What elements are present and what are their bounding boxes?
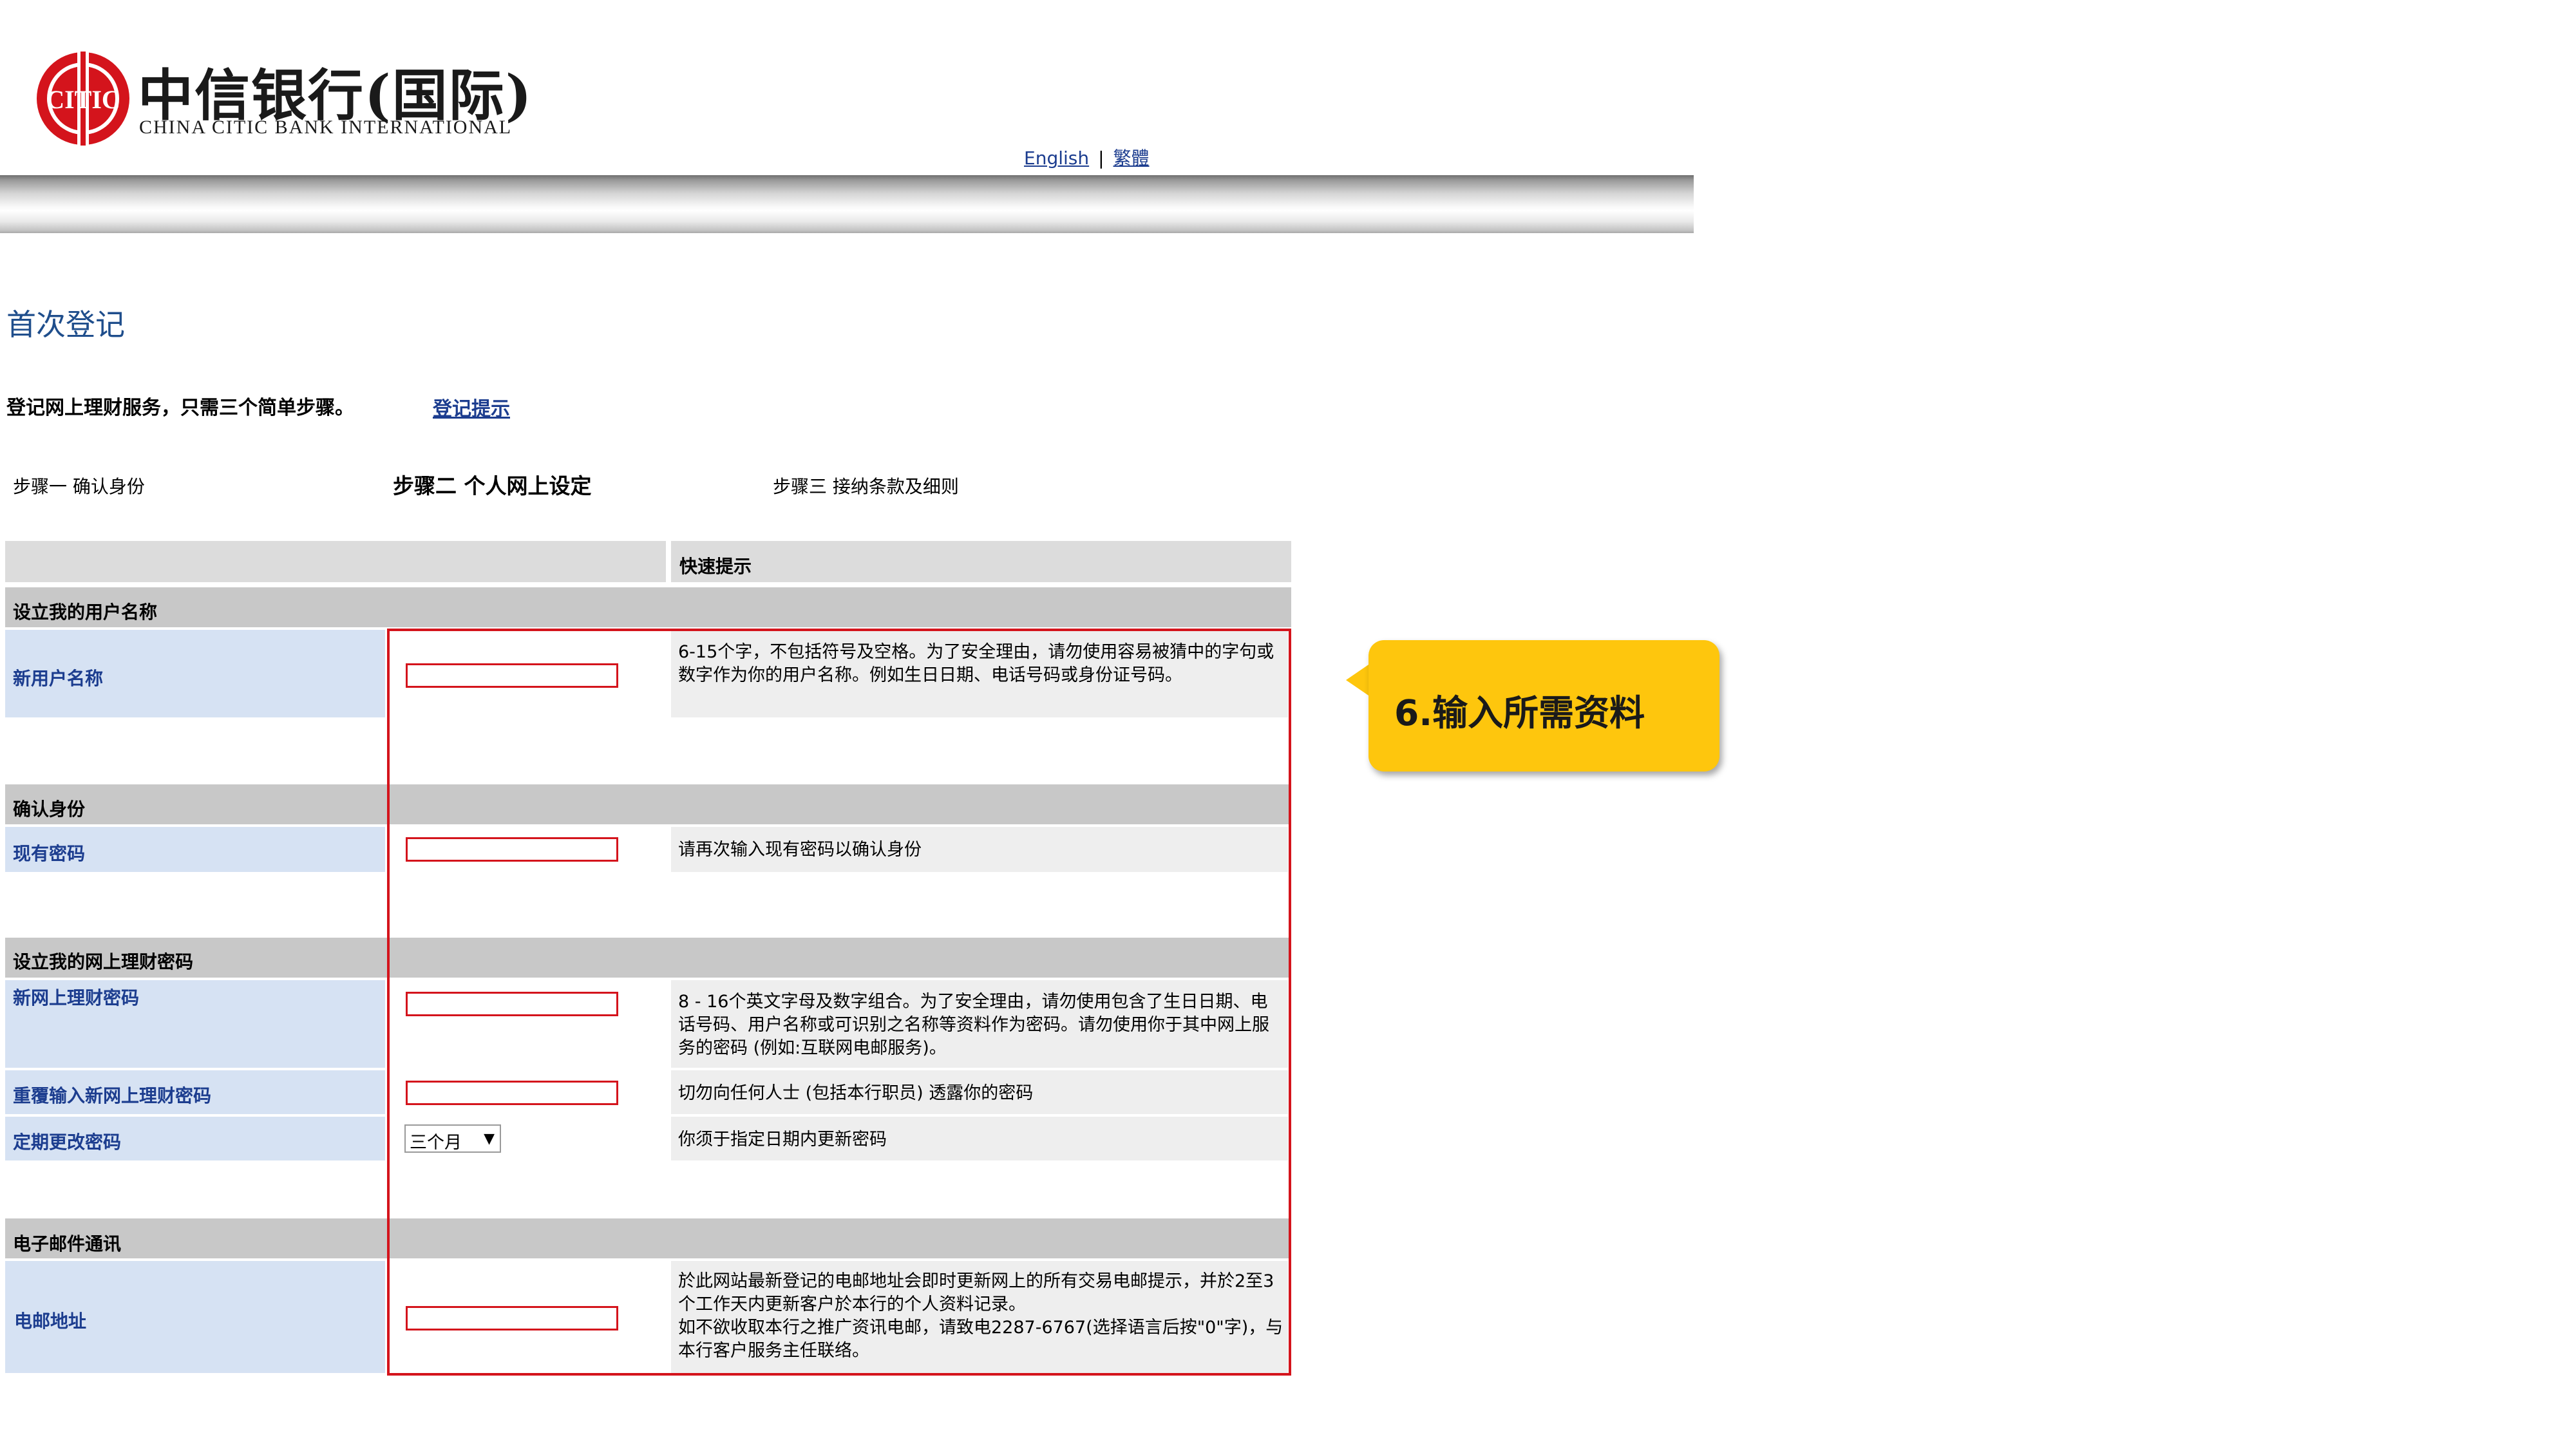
section-header-text: 设立我的网上理财密码 xyxy=(13,951,194,972)
english-link[interactable]: English xyxy=(1024,147,1089,169)
callout-pointer xyxy=(1346,663,1370,697)
section-header-username xyxy=(5,587,1291,627)
new-password-label: 新网上理财密码 xyxy=(13,987,140,1009)
instruction-callout-text: 6.输入所需资料 xyxy=(1394,692,1645,734)
section-header-text: 设立我的用户名称 xyxy=(13,601,158,623)
form-top-left-cell xyxy=(5,541,666,582)
current-password-label: 现有密码 xyxy=(13,843,86,864)
password-change-period-label: 定期更改密码 xyxy=(13,1132,122,1153)
section-header-text: 确认身份 xyxy=(13,799,86,820)
traditional-chinese-link[interactable]: 繁體 xyxy=(1113,147,1150,169)
section-header-text: 电子邮件通讯 xyxy=(13,1233,122,1255)
email-label: 电邮地址 xyxy=(14,1311,87,1332)
confirm-password-label: 重覆输入新网上理财密码 xyxy=(13,1085,212,1106)
new-username-label: 新用户名称 xyxy=(13,668,104,689)
language-switcher: English | 繁體 xyxy=(1024,144,1150,170)
language-separator: | xyxy=(1098,147,1104,169)
step-3-label: 步骤三 接纳条款及细则 xyxy=(773,476,959,497)
citic-logo-icon: CITIC xyxy=(37,52,129,146)
page-title: 首次登记 xyxy=(6,307,125,342)
registration-tips-link[interactable]: 登记提示 xyxy=(433,393,510,421)
input-highlight-frame xyxy=(387,629,1291,1376)
bank-logo: CITIC 中信银行(国际) CHINA CITIC BANK INTERNAT… xyxy=(35,50,537,153)
step-1-label: 步骤一 确认身份 xyxy=(13,476,145,497)
header-band xyxy=(0,175,1694,233)
logo-mark-text: CITIC xyxy=(46,85,120,114)
quick-tip-header-cell xyxy=(671,541,1291,582)
intro-text: 登记网上理财服务，只需三个简单步骤。 xyxy=(6,397,354,419)
step-2-label-current: 步骤二 个人网上设定 xyxy=(393,473,592,498)
quick-tip-header: 快速提示 xyxy=(679,556,752,577)
bank-name-english: CHINA CITIC BANK INTERNATIONAL xyxy=(139,117,513,138)
